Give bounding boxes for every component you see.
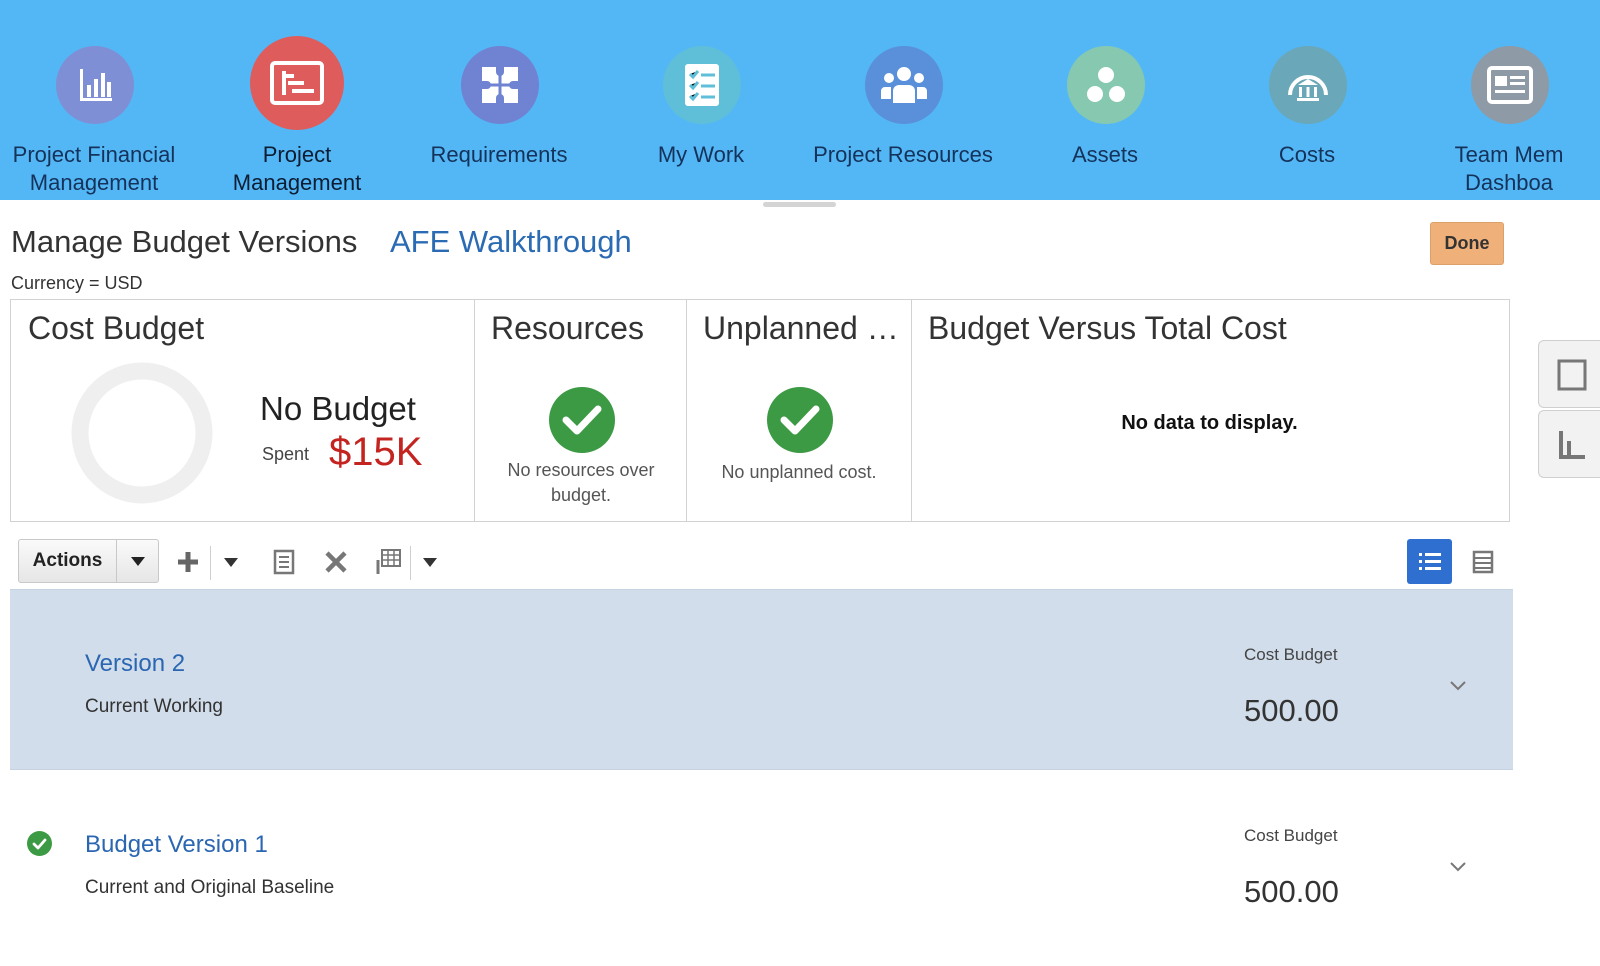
check-circle-icon [767, 387, 833, 453]
nav-project-financial-management[interactable]: Project Financial Management [0, 0, 194, 200]
delete-button[interactable] [320, 543, 352, 581]
baseline-check-icon [27, 831, 52, 856]
grid-table-icon [376, 549, 401, 574]
close-icon [325, 551, 347, 573]
bar-chart-icon [56, 46, 134, 124]
nav-label: Team Mem Dashboa [1454, 142, 1564, 195]
version-status: Current and Original Baseline [85, 877, 335, 898]
summary-strip: Cost Budget No Budget Spent $15K Resourc… [10, 299, 1510, 522]
check-circle-icon [549, 387, 615, 453]
tile-title: Resources [491, 310, 644, 346]
document-icon [1557, 359, 1587, 391]
side-panel-tab-1[interactable] [1538, 340, 1600, 408]
bank-icon [1269, 46, 1347, 124]
nav-requirements[interactable]: Requirements [399, 0, 599, 200]
springboard: Project Financial Management Project Man… [0, 0, 1600, 200]
metric-label: Cost Budget [1244, 826, 1338, 845]
nav-label: Assets [1071, 142, 1139, 167]
resources-tile[interactable]: Resources No resources over budget. [474, 300, 687, 521]
version-row[interactable]: Budget Version 1 Current and Original Ba… [10, 771, 1513, 952]
chevron-down-icon[interactable] [1446, 855, 1470, 879]
done-button[interactable]: Done [1430, 222, 1504, 265]
toolbar-separator [210, 546, 211, 580]
nav-label: Costs [1278, 142, 1336, 167]
currency-label: Currency = USD [11, 273, 143, 293]
side-panel-tab-2[interactable] [1538, 410, 1600, 478]
metric-value: 500.00 [1244, 693, 1339, 728]
more-menu-dropdown[interactable] [417, 543, 443, 581]
nav-project-resources[interactable]: Project Resources [803, 0, 1003, 200]
nav-label: Project Management [232, 142, 362, 195]
chevron-down-icon[interactable] [1446, 674, 1470, 698]
team-icon [865, 46, 943, 124]
cost-budget-tile[interactable]: Cost Budget No Budget Spent $15K [11, 300, 475, 521]
gantt-icon [250, 36, 344, 130]
budget-donut-chart [71, 362, 213, 504]
nav-my-work[interactable]: My Work [601, 0, 801, 200]
puzzle-icon [461, 46, 539, 124]
nav-label: Project Resources [813, 142, 993, 167]
budget-status: No Budget [260, 390, 416, 427]
list-view-toggle[interactable] [1407, 539, 1452, 584]
project-name: AFE Walkthrough [390, 224, 632, 259]
nav-costs[interactable]: Costs [1207, 0, 1407, 200]
nav-label: Requirements [430, 142, 568, 167]
version-status: Current Working [85, 696, 223, 717]
nav-team-member-dashboard[interactable]: Team Mem Dashboa [1409, 0, 1600, 200]
table-settings-button[interactable] [371, 543, 405, 581]
actions-menu-button[interactable]: Actions [18, 539, 159, 583]
spent-value: $15K [329, 430, 423, 474]
dashboard-icon [1471, 46, 1549, 124]
nav-assets[interactable]: Assets [1005, 0, 1205, 200]
tile-title: Budget Versus Total Cost [928, 310, 1287, 346]
list-document-icon [273, 549, 295, 575]
caret-down-icon [117, 540, 158, 582]
assets-icon [1067, 46, 1145, 124]
plus-icon [178, 552, 198, 572]
no-data-message: No data to display. [1121, 412, 1298, 434]
unplanned-cost-tile[interactable]: Unplanned Cost No unplanned cost. [686, 300, 912, 521]
table-view-toggle[interactable] [1460, 539, 1505, 584]
caret-down-icon [423, 558, 437, 567]
version-row[interactable]: Version 2 Current Working Cost Budget 50… [10, 589, 1513, 770]
toolbar-separator [410, 546, 411, 580]
add-menu-dropdown[interactable] [218, 543, 244, 581]
version-name-link[interactable]: Budget Version 1 [85, 831, 268, 859]
page-title: Manage Budget Versions [11, 224, 358, 259]
metric-label: Cost Budget [1244, 645, 1338, 664]
tile-title: Cost Budget [28, 310, 205, 346]
springboard-collapse-handle[interactable] [763, 202, 836, 207]
nav-label: My Work [657, 142, 745, 167]
nav-project-management[interactable]: Project Management [197, 0, 397, 200]
tile-title: Unplanned Cost [703, 310, 910, 346]
unplanned-note: No unplanned cost. [721, 462, 877, 482]
metric-value: 500.00 [1244, 874, 1339, 909]
list-view-icon [1418, 552, 1441, 570]
add-button[interactable] [172, 543, 204, 581]
view-details-button[interactable] [268, 543, 300, 581]
budget-versus-total-cost-tile[interactable]: Budget Versus Total Cost No data to disp… [911, 300, 1509, 521]
nav-label: Project Financial Management [12, 142, 176, 195]
table-view-icon [1472, 550, 1493, 573]
caret-down-icon [224, 558, 238, 567]
version-name-link[interactable]: Version 2 [85, 650, 185, 678]
actions-label: Actions [19, 540, 117, 582]
checklist-icon [663, 46, 741, 124]
resources-note: No resources over budget. [507, 460, 655, 505]
chart-icon [1559, 431, 1585, 459]
spent-label: Spent [262, 444, 310, 464]
